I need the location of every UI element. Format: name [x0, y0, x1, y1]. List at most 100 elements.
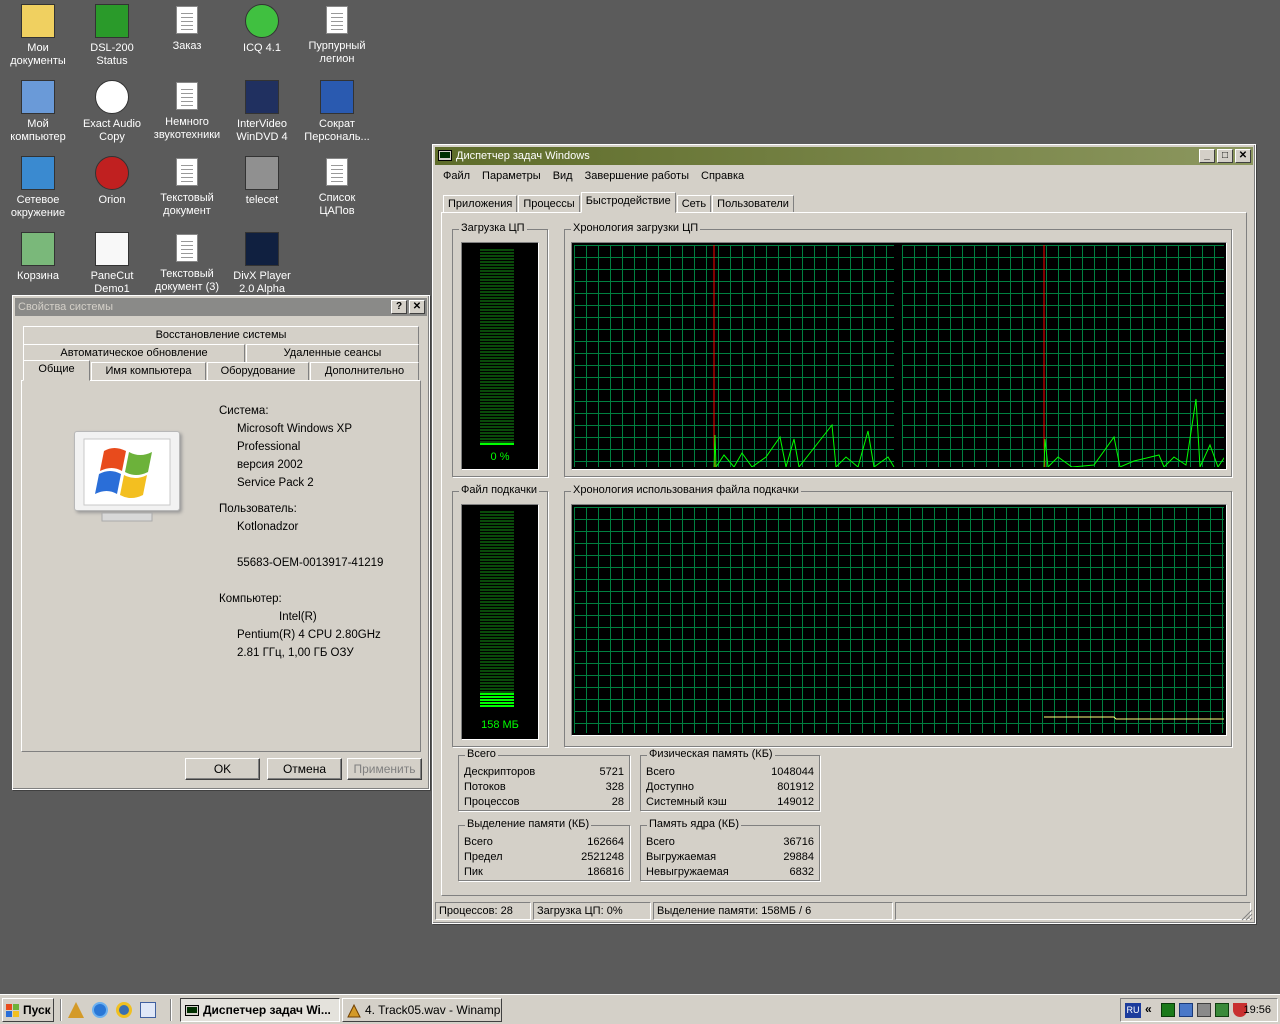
desktop-icon-sound[interactable]: Немного звукотехники	[149, 78, 225, 142]
desktop-icon-label: ICQ 4.1	[243, 42, 281, 54]
desktop-icon-label: Текстовый	[160, 192, 214, 204]
tab-hardware[interactable]: Оборудование	[207, 362, 309, 380]
desktop-icon-label: PaneCut	[90, 270, 134, 282]
panecut-icon	[95, 232, 129, 266]
close-button[interactable]: ✕	[1235, 149, 1251, 163]
quicklaunch-ie-icon[interactable]	[92, 1002, 108, 1018]
tray-expand-icon[interactable]: «	[1145, 1002, 1152, 1016]
quicklaunch-media-player-icon[interactable]	[116, 1002, 132, 1018]
desktop-icon-telecet[interactable]: telecet	[224, 154, 300, 207]
menu-options[interactable]: Параметры	[476, 170, 547, 182]
tab-computer-name[interactable]: Имя компьютера	[91, 362, 206, 380]
menu-help[interactable]: Справка	[695, 170, 750, 182]
desktop-icon-panecut[interactable]: PaneCut Demo1	[74, 230, 150, 296]
desktop-icon-textdoc[interactable]: Текстовый документ	[149, 154, 225, 218]
apply-button[interactable]: Применить	[347, 758, 422, 780]
text-document-icon	[176, 158, 198, 186]
user-name: Kotlonadzor	[237, 521, 299, 533]
menu-view[interactable]: Вид	[547, 170, 579, 182]
sysprops-titlebar[interactable]: Свойства системы ? ✕	[15, 298, 427, 316]
tab-users[interactable]: Пользователи	[712, 195, 794, 213]
windows-flag-icon	[6, 1004, 19, 1017]
tray-app-icon-1[interactable]	[1161, 1003, 1175, 1017]
menu-shutdown[interactable]: Завершение работы	[579, 170, 695, 182]
windvd-icon	[245, 80, 279, 114]
tray-network-icon[interactable]	[1179, 1003, 1193, 1017]
help-button[interactable]: ?	[391, 300, 407, 314]
stat-label: Выгружаемая	[646, 850, 717, 863]
desktop-icon-network[interactable]: Сетевое окружение	[0, 154, 76, 220]
tab-network[interactable]: Сеть	[676, 195, 712, 213]
network-arrows-icon	[95, 4, 129, 38]
stat-label: Потоков	[464, 780, 506, 793]
stat-label: Системный кэш	[646, 795, 727, 808]
language-indicator[interactable]: RU	[1125, 1003, 1141, 1018]
tab-system-restore[interactable]: Восстановление системы	[23, 326, 419, 344]
desktop-icon-textdoc3[interactable]: Текстовый документ (3)	[149, 230, 225, 294]
sysprops-title: Свойства системы	[18, 301, 114, 313]
desktop-icon-eac[interactable]: Exact Audio Copy	[74, 78, 150, 144]
tray-app-icon-2[interactable]	[1197, 1003, 1211, 1017]
tab-processes[interactable]: Процессы	[518, 195, 580, 213]
tray-app-icon-3[interactable]	[1215, 1003, 1229, 1017]
desktop-icon-orion[interactable]: Orion	[74, 154, 150, 207]
cpu-usage-label: Загрузка ЦП	[459, 222, 527, 234]
cancel-button[interactable]: Отмена	[267, 758, 342, 780]
desktop-icon-divx[interactable]: DivX Player 2.0 Alpha	[224, 230, 300, 296]
totals-table: Дескрипторов 5721 Потоков 328 Процессов 28	[461, 764, 627, 809]
desktop-icon-label: telecet	[245, 194, 279, 206]
taskbar-task-manager[interactable]: Диспетчер задач Wi...	[180, 998, 340, 1022]
task-manager-window[interactable]: Диспетчер задач Windows _ □ ✕ Файл Парам…	[432, 144, 1256, 924]
stat-label: Всего	[646, 835, 675, 848]
stat-row: Всего 162664	[461, 834, 627, 849]
desktop-icon-my-docs[interactable]: Мои документы	[0, 2, 76, 68]
system-properties-window[interactable]: Свойства системы ? ✕ Восстановление сист…	[12, 295, 430, 790]
tab-applications[interactable]: Приложения	[443, 195, 518, 213]
menu-bar: Файл Параметры Вид Завершение работы Спр…	[433, 167, 1255, 185]
desktop-icon-bin[interactable]: Корзина	[0, 230, 76, 283]
stat-value: 29884	[783, 850, 814, 863]
desktop-icon-icq[interactable]: ICQ 4.1	[224, 2, 300, 55]
taskbar-winamp[interactable]: 4. Track05.wav - Winamp	[342, 998, 502, 1022]
maximize-button[interactable]: □	[1217, 149, 1233, 163]
desktop-icon-label: Список	[318, 192, 356, 204]
cpu-model: Pentium(R) 4 CPU 2.80GHz	[237, 629, 381, 641]
taskmgr-titlebar[interactable]: Диспетчер задач Windows _ □ ✕	[435, 147, 1253, 165]
close-button[interactable]: ✕	[409, 300, 425, 314]
cpu-vendor: Intel(R)	[279, 611, 317, 623]
minimize-button[interactable]: _	[1199, 149, 1215, 163]
windows-logo-icon	[74, 431, 180, 522]
desktop-icon-dsl[interactable]: DSL-200 Status	[74, 2, 150, 68]
quicklaunch-winamp-icon[interactable]	[68, 1002, 84, 1018]
cpu-usage-meter	[480, 249, 514, 445]
start-button[interactable]: Пуск	[2, 998, 54, 1022]
telecet-icon	[245, 156, 279, 190]
os-version: версия 2002	[237, 459, 303, 471]
tab-advanced[interactable]: Дополнительно	[310, 362, 419, 380]
taskmgr-app-icon	[438, 150, 452, 161]
tab-general[interactable]: Общие	[23, 360, 90, 381]
os-sp: Service Pack 2	[237, 477, 314, 489]
desktop-icon-label: DSL-200	[90, 42, 134, 54]
tray-clock[interactable]: 19:56	[1243, 1004, 1271, 1016]
ok-button[interactable]: OK	[185, 758, 260, 780]
desktop-icon-sokrat[interactable]: Сократ Персональ...	[299, 78, 375, 144]
desktop-icon-dac[interactable]: Список ЦАПов	[299, 154, 375, 218]
system-tray: RU « 19:56	[1120, 998, 1278, 1022]
desktop-icon-windvd[interactable]: InterVideo WinDVD 4	[224, 78, 300, 144]
menu-file[interactable]: Файл	[437, 170, 476, 182]
desktop-icon-mycomp[interactable]: Мой компьютер	[0, 78, 76, 144]
desktop-icon-label: Сетевое	[16, 194, 60, 206]
desktop-icon-purple[interactable]: Пурпурный легион	[299, 2, 375, 66]
desktop-icon-label: Orion	[98, 194, 126, 206]
sokrat-icon	[320, 80, 354, 114]
serial-number: 55683-OEM-0013917-41219	[237, 557, 384, 569]
tab-remote[interactable]: Удаленные сеансы	[246, 344, 419, 362]
taskbar-winamp-label: 4. Track05.wav - Winamp	[365, 1003, 501, 1017]
desktop-icon-zakaz[interactable]: Заказ	[149, 2, 225, 53]
stat-label: Доступно	[646, 780, 695, 793]
status-processes: Процессов: 28	[435, 902, 531, 920]
tab-performance[interactable]: Быстродействие	[580, 192, 676, 213]
quicklaunch-desktop-icon[interactable]	[140, 1002, 156, 1018]
pf-usage-value: 158 МБ	[481, 719, 519, 731]
